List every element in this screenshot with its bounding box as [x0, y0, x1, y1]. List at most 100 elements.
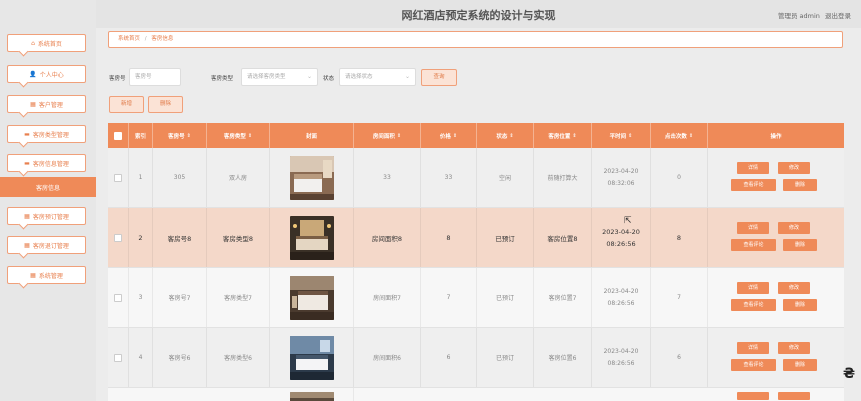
view-reviews-button[interactable]: 查看评论: [731, 359, 776, 371]
detail-button[interactable]: 详情: [737, 282, 769, 294]
col-status[interactable]: 状态 ⇕: [477, 123, 534, 148]
grid-icon: ▦: [30, 271, 36, 279]
view-reviews-button[interactable]: 查看评论: [731, 179, 776, 191]
cell-cover: [270, 388, 354, 401]
add-button[interactable]: 新增: [109, 96, 144, 113]
col-time[interactable]: 平时间 ⇕: [592, 123, 651, 148]
row-checkbox[interactable]: [114, 173, 122, 182]
sidebar-item-cancellations[interactable]: ▦ 客房退订管理: [7, 236, 86, 254]
sidebar-item-home[interactable]: ⌂ 系统首页: [7, 34, 86, 52]
batch-delete-button[interactable]: 删除: [148, 96, 183, 113]
cell-room-no: 客房号7: [153, 268, 207, 327]
edit-button[interactable]: 修改: [778, 162, 810, 174]
cell-price: 33: [421, 148, 477, 207]
cell-area: 房间面积6: [354, 328, 421, 387]
cell-clicks: 6: [651, 328, 708, 387]
col-price[interactable]: 价格 ⇕: [421, 123, 477, 148]
delete-button[interactable]: 删除: [783, 239, 817, 251]
monitor-icon: ▬: [24, 159, 30, 167]
sidebar-item-label: 客房信息: [35, 184, 60, 192]
cell-status: 已预订: [477, 328, 534, 387]
row-checkbox[interactable]: [114, 233, 122, 242]
col-room-no[interactable]: 客房号 ⇕: [153, 123, 207, 148]
cell-status: 空闲: [477, 148, 534, 207]
cell-room-type: 客房类型6: [207, 328, 270, 387]
sidebar-item-label: 系统管理: [38, 272, 63, 280]
cell-price: 8: [421, 208, 477, 267]
row-checkbox[interactable]: [114, 293, 122, 302]
sort-icon: ⇕: [572, 132, 577, 139]
table-row[interactable]: 3 客房号7 客房类型7 房间面积7 7 已预订 客房位置7 2023-04-2…: [108, 268, 844, 328]
sidebar-item-label: 系统首页: [37, 40, 62, 48]
cell-price: 6: [421, 328, 477, 387]
delete-button[interactable]: 删除: [783, 299, 817, 311]
sidebar-item-system[interactable]: ▦ 系统管理: [7, 266, 86, 284]
sidebar-item-room-types[interactable]: ▬ 客房类型管理: [7, 125, 86, 143]
table-row[interactable]: 4 客房号6 客房类型6 房间面积6 6 已预订 客房位置6 2023-04-2…: [108, 328, 844, 388]
mouse-cursor-icon: ⇱: [624, 216, 632, 226]
sidebar-item-room-info-mgmt[interactable]: ▬ 客房信息管理: [7, 154, 86, 172]
chevron-down-icon: ⌄: [306, 73, 312, 80]
cell-location: 客房位置8: [534, 208, 592, 267]
status-select[interactable]: 请选择状态 ⌄: [339, 68, 416, 86]
detail-button[interactable]: 详情: [737, 222, 769, 234]
edit-button[interactable]: 修改: [778, 282, 810, 294]
cell-time: 2023-04-20 08:26:56: [592, 208, 651, 267]
grid-icon: ▦: [24, 241, 30, 249]
room-cover-image[interactable]: [289, 155, 334, 200]
cell-actions: 详情 修改 查看评论 删除: [708, 208, 844, 267]
edit-button[interactable]: 修改: [778, 342, 810, 354]
sidebar-item-customers[interactable]: ▦ 客户管理: [7, 95, 86, 113]
col-room-type[interactable]: 客房类型 ⇕: [207, 123, 270, 148]
cell-location: 前随打算大: [534, 148, 592, 207]
sidebar-subitem-room-info[interactable]: 客房信息: [0, 177, 96, 197]
detail-button[interactable]: 详情: [737, 342, 769, 354]
status-placeholder: 请选择状态: [345, 74, 373, 80]
sidebar-item-bookings[interactable]: ▦ 客房预订管理: [7, 207, 86, 225]
detail-button[interactable]: 详情: [737, 162, 769, 174]
col-clicks[interactable]: 点击次数 ⇕: [651, 123, 708, 148]
sort-icon: ⇕: [396, 132, 402, 139]
edge-logo-icon: ₴: [843, 366, 856, 382]
logout-link[interactable]: 退出登录: [825, 12, 851, 20]
cell-cover: [270, 328, 354, 387]
cell-actions: 详情 修改 查看评论 删除: [708, 148, 844, 207]
delete-button[interactable]: 删除: [783, 179, 817, 191]
view-reviews-button[interactable]: 查看评论: [731, 239, 776, 251]
sort-icon: ⇕: [186, 132, 191, 139]
cell-room-no: 305: [153, 148, 207, 207]
table-row[interactable]: 1 305 双人房 33 33 空闲 前随打算大 2023-04-20 08:3…: [108, 148, 844, 208]
detail-button[interactable]: [737, 392, 769, 400]
breadcrumb-separator: /: [144, 36, 147, 42]
row-checkbox[interactable]: [114, 353, 122, 362]
cell-room-no: 客房号8: [153, 208, 207, 267]
cell-status: 已预订: [477, 208, 534, 267]
sort-icon: ⇕: [509, 132, 514, 139]
sidebar-item-label: 客房信息管理: [32, 160, 69, 168]
cell-cover: [270, 208, 354, 267]
edit-button[interactable]: [778, 392, 810, 400]
delete-button[interactable]: 删除: [783, 359, 817, 371]
col-location[interactable]: 客房位置 ⇕: [534, 123, 592, 148]
table-row[interactable]: 2 客房号8 客房类型8 房间面积8 8 已预订 客房位置8 2023-04-2…: [108, 208, 844, 268]
room-cover-image[interactable]: [289, 392, 334, 401]
room-no-input[interactable]: 客房号: [129, 68, 181, 86]
cell-index: 2: [129, 208, 153, 267]
sort-icon: ⇕: [452, 132, 458, 139]
col-actions: 操作: [770, 133, 782, 140]
col-area[interactable]: 房间面积 ⇕: [354, 123, 421, 148]
room-no-placeholder: 客房号: [135, 74, 152, 80]
view-reviews-button[interactable]: 查看评论: [731, 299, 776, 311]
breadcrumb-home[interactable]: 系统首页: [118, 36, 140, 42]
table-row[interactable]: [108, 388, 844, 401]
edit-button[interactable]: 修改: [778, 222, 810, 234]
room-type-placeholder: 请选择客房类型: [247, 74, 286, 80]
room-type-select[interactable]: 请选择客房类型 ⌄: [241, 68, 318, 86]
room-cover-image[interactable]: [289, 215, 334, 260]
query-button[interactable]: 查询: [421, 69, 457, 86]
cell-area: 33: [354, 148, 421, 207]
room-cover-image[interactable]: [289, 335, 334, 380]
room-cover-image[interactable]: [289, 275, 334, 320]
select-all-checkbox[interactable]: [114, 131, 122, 140]
sidebar-item-profile[interactable]: 👤 个人中心: [7, 65, 86, 83]
